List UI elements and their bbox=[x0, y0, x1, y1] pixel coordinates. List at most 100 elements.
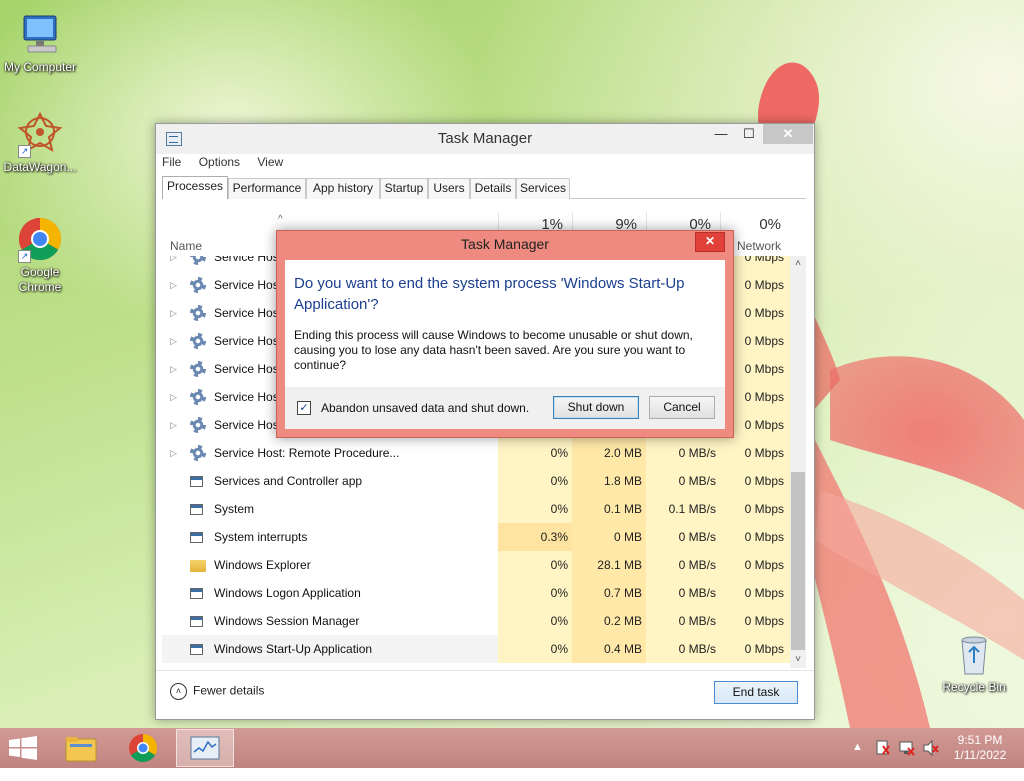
table-row[interactable]: Services and Controller app 0% 1.8 MB 0 MB/… bbox=[162, 467, 790, 495]
folder-icon bbox=[190, 560, 206, 572]
process-name: Windows Logon Application bbox=[214, 586, 361, 600]
file-explorer-icon bbox=[65, 737, 97, 762]
disk-value: 0 MB/s bbox=[646, 523, 722, 551]
taskbar-chrome[interactable] bbox=[114, 729, 172, 767]
expand-arrow-icon[interactable]: ▷ bbox=[170, 383, 182, 411]
desktop-icon-recycle-bin[interactable]: Recycle Bin bbox=[934, 630, 1014, 695]
table-row[interactable]: Windows Start-Up Application 0% 0.4 MB 0 MB… bbox=[162, 635, 790, 663]
scroll-up-icon[interactable]: ˄ bbox=[790, 256, 806, 272]
desktop-icon-label: My Computer bbox=[3, 60, 77, 74]
memory-value: 2.0 MB bbox=[572, 439, 648, 467]
memory-value: 0.2 MB bbox=[572, 607, 648, 635]
desktop-icon-google-chrome[interactable]: ↗ Google Chrome bbox=[0, 215, 80, 295]
expand-arrow-icon bbox=[170, 495, 182, 523]
tab-app-history[interactable]: App history bbox=[306, 178, 380, 199]
start-button[interactable] bbox=[8, 736, 38, 760]
minimize-button[interactable]: — bbox=[707, 124, 735, 144]
title-bar[interactable]: Task Manager — ☐ ✕ bbox=[156, 124, 814, 154]
expand-arrow-icon[interactable]: ▷ bbox=[170, 355, 182, 383]
expand-arrow-icon bbox=[170, 607, 182, 635]
desktop-icon-datawagon[interactable]: ↗ DataWagon... bbox=[0, 110, 80, 175]
table-row[interactable]: System 0% 0.1 MB 0.1 MB/s 0 Mbps bbox=[162, 495, 790, 523]
window-icon bbox=[190, 476, 203, 487]
network-value: 0 Mbps bbox=[720, 579, 790, 607]
network-value: 0 Mbps bbox=[720, 635, 790, 663]
end-process-dialog: Task Manager ✕ Do you want to end the sy… bbox=[276, 230, 734, 438]
disk-value: 0 MB/s bbox=[646, 607, 722, 635]
network-value: 0 Mbps bbox=[720, 467, 790, 495]
expand-arrow-icon[interactable]: ▷ bbox=[170, 256, 182, 271]
memory-value: 0.4 MB bbox=[572, 635, 648, 663]
disk-value: 0 MB/s bbox=[646, 635, 722, 663]
table-row[interactable]: ▷ Service Host: Remote Procedure... 0% 2.0 … bbox=[162, 439, 790, 467]
sort-arrow-icon: ^ bbox=[278, 214, 283, 225]
desktop-icon-my-computer[interactable]: My Computer bbox=[0, 10, 80, 75]
expand-arrow-icon[interactable]: ▷ bbox=[170, 271, 182, 299]
process-name: Windows Session Manager bbox=[214, 614, 360, 628]
abandon-data-label[interactable]: Abandon unsaved data and shut down. bbox=[321, 401, 529, 415]
vertical-scrollbar[interactable]: ˄ ˅ bbox=[790, 256, 806, 668]
scroll-thumb[interactable] bbox=[791, 472, 805, 650]
expand-arrow-icon[interactable]: ▷ bbox=[170, 299, 182, 327]
tab-details[interactable]: Details bbox=[470, 178, 516, 199]
tab-processes[interactable]: Processes bbox=[162, 176, 228, 199]
shut-down-button[interactable]: Shut down bbox=[553, 396, 639, 419]
cpu-value: 0% bbox=[498, 635, 574, 663]
cpu-value: 0% bbox=[498, 439, 574, 467]
collapse-icon: ˄ bbox=[170, 683, 187, 700]
taskbar-clock[interactable]: 9:51 PM 1/11/2022 bbox=[950, 733, 1010, 763]
menu-options[interactable]: Options bbox=[199, 155, 240, 169]
tab-services[interactable]: Services bbox=[516, 178, 570, 199]
dialog-close-button[interactable]: ✕ bbox=[695, 232, 725, 252]
table-row[interactable]: Windows Explorer 0% 28.1 MB 0 MB/s 0 Mbps bbox=[162, 551, 790, 579]
close-button[interactable]: ✕ bbox=[763, 124, 813, 144]
window-icon bbox=[190, 644, 203, 655]
tray-overflow-icon[interactable]: ▲ bbox=[852, 741, 863, 781]
memory-value: 1.8 MB bbox=[572, 467, 648, 495]
cpu-value: 0% bbox=[498, 551, 574, 579]
gear-icon bbox=[190, 277, 206, 293]
tab-performance[interactable]: Performance bbox=[228, 178, 306, 199]
datawagon-icon: ↗ bbox=[16, 110, 64, 158]
expand-arrow-icon[interactable]: ▷ bbox=[170, 411, 182, 439]
disk-value: 0 MB/s bbox=[646, 439, 722, 467]
process-name: System bbox=[214, 502, 255, 516]
taskbar-task-manager[interactable] bbox=[176, 729, 234, 767]
expand-arrow-icon[interactable]: ▷ bbox=[170, 327, 182, 355]
memory-value: 0 MB bbox=[572, 523, 648, 551]
menu-file[interactable]: File bbox=[162, 155, 181, 169]
action-center-icon[interactable] bbox=[874, 728, 892, 768]
table-row[interactable]: Windows Session Manager 0% 0.2 MB 0 MB/s 0 M… bbox=[162, 607, 790, 635]
process-name: Windows Explorer bbox=[214, 558, 311, 572]
scroll-down-icon[interactable]: ˅ bbox=[790, 652, 806, 668]
memory-value: 0.7 MB bbox=[572, 579, 648, 607]
menu-view[interactable]: View bbox=[257, 155, 283, 169]
abandon-data-checkbox[interactable]: ✓ bbox=[297, 401, 311, 415]
gear-icon bbox=[190, 333, 206, 349]
computer-icon bbox=[16, 10, 64, 58]
window-icon bbox=[190, 616, 203, 627]
table-row[interactable]: System interrupts 0.3% 0 MB 0 MB/s 0 Mbps bbox=[162, 523, 790, 551]
maximize-button[interactable]: ☐ bbox=[735, 124, 763, 144]
volume-icon[interactable] bbox=[922, 728, 940, 768]
cpu-value: 0.3% bbox=[498, 523, 574, 551]
dialog-question: Do you want to end the system process 'W… bbox=[294, 275, 685, 313]
dialog-message: Ending this process will cause Windows t… bbox=[294, 328, 693, 372]
fewer-details-button[interactable]: ˄ Fewer details bbox=[170, 683, 264, 700]
taskbar-file-explorer[interactable] bbox=[52, 729, 110, 767]
window-icon bbox=[190, 504, 203, 515]
tab-startup[interactable]: Startup bbox=[380, 178, 428, 199]
gear-icon bbox=[190, 417, 206, 433]
task-manager-icon bbox=[190, 736, 220, 760]
process-name: Windows Start-Up Application bbox=[214, 642, 373, 656]
expand-arrow-icon bbox=[170, 523, 182, 551]
network-icon[interactable] bbox=[898, 728, 916, 768]
chrome-icon bbox=[129, 734, 157, 762]
memory-value: 0.1 MB bbox=[572, 495, 648, 523]
tab-users[interactable]: Users bbox=[428, 178, 470, 199]
end-task-button[interactable]: End task bbox=[714, 681, 798, 704]
expand-arrow-icon[interactable]: ▷ bbox=[170, 439, 182, 467]
network-value: 0 Mbps bbox=[720, 439, 790, 467]
cancel-button[interactable]: Cancel bbox=[649, 396, 715, 419]
table-row[interactable]: Windows Logon Application 0% 0.7 MB 0 MB/s 0… bbox=[162, 579, 790, 607]
